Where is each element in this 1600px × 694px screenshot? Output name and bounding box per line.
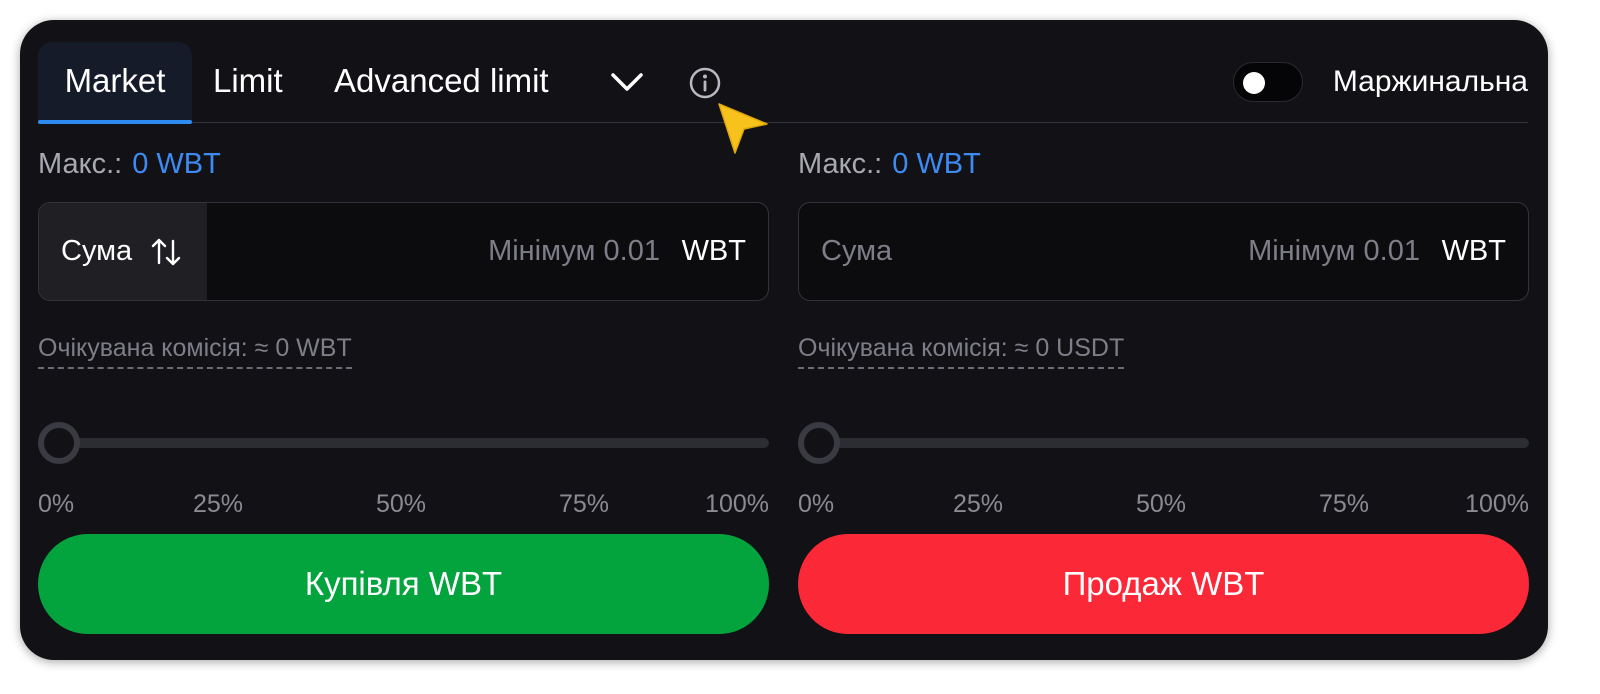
buy-max-value[interactable]: 0 WBT — [132, 148, 221, 180]
info-icon[interactable] — [688, 66, 722, 100]
tab-market[interactable]: Market — [38, 42, 192, 124]
buy-max-row: Макс.: 0 WBT — [38, 148, 221, 181]
buy-button[interactable]: Купівля WBT — [38, 534, 769, 634]
buy-slider-marks: 0% 25% 50% 75% 100% — [38, 490, 769, 520]
slider-mark[interactable]: 100% — [1465, 490, 1529, 519]
sell-max-row: Макс.: 0 WBT — [798, 148, 981, 181]
sell-unit: WBT — [1441, 235, 1506, 267]
sell-expected-fee[interactable]: Очікувана комісія: ≈ 0 USDT — [798, 334, 1125, 369]
sell-amount-slider[interactable] — [798, 438, 1529, 448]
tab-advanced-limit[interactable]: Advanced limit — [334, 42, 549, 122]
buy-slider-thumb[interactable] — [38, 422, 80, 464]
amount-switch-label: Сума — [61, 235, 133, 267]
slider-mark[interactable]: 0% — [798, 490, 834, 519]
slider-mark[interactable]: 25% — [953, 490, 1003, 519]
order-type-tabs: Market Limit Advanced limit Маржинальна — [38, 42, 1528, 124]
sell-button[interactable]: Продаж WBT — [798, 534, 1529, 634]
buy-max-label: Макс.: — [38, 148, 123, 180]
tab-limit[interactable]: Limit — [213, 42, 283, 122]
buy-unit: WBT — [681, 235, 746, 267]
margin-label: Маржинальна — [1332, 65, 1528, 98]
slider-mark[interactable]: 25% — [193, 490, 243, 519]
slider-mark[interactable]: 50% — [376, 490, 426, 519]
slider-mark[interactable]: 50% — [1136, 490, 1186, 519]
buy-amount-input[interactable]: Сума Мінімум 0.01 WBT — [38, 202, 769, 301]
sell-amount-placeholder: Сума — [821, 235, 893, 267]
sell-column: Макс.: 0 WBT Сума Мінімум 0.01 WBT Очікув… — [798, 142, 1529, 642]
sell-slider-marks: 0% 25% 50% 75% 100% — [798, 490, 1529, 520]
sell-max-value[interactable]: 0 WBT — [892, 148, 981, 180]
chevron-down-icon[interactable] — [610, 68, 644, 96]
buy-column: Макс.: 0 WBT Сума Мінімум 0.01 WBT Очікув… — [38, 142, 769, 642]
slider-mark[interactable]: 0% — [38, 490, 74, 519]
toggle-knob — [1243, 72, 1265, 94]
sell-amount-input[interactable]: Сума Мінімум 0.01 WBT — [798, 202, 1529, 301]
buy-min-hint: Мінімум 0.01 — [488, 235, 660, 267]
slider-mark[interactable]: 75% — [559, 490, 609, 519]
buy-amount-slider[interactable] — [38, 438, 769, 448]
sell-max-label: Макс.: — [798, 148, 883, 180]
buy-expected-fee[interactable]: Очікувана комісія: ≈ 0 WBT — [38, 334, 352, 369]
trade-panel: Market Limit Advanced limit Маржинальна … — [20, 20, 1548, 660]
amount-type-switch[interactable]: Сума — [39, 203, 207, 300]
slider-mark[interactable]: 75% — [1319, 490, 1369, 519]
margin-toggle[interactable] — [1233, 62, 1303, 102]
swap-vertical-icon — [151, 238, 181, 266]
slider-mark[interactable]: 100% — [705, 490, 769, 519]
sell-min-hint: Мінімум 0.01 — [1248, 235, 1420, 267]
sell-slider-thumb[interactable] — [798, 422, 840, 464]
